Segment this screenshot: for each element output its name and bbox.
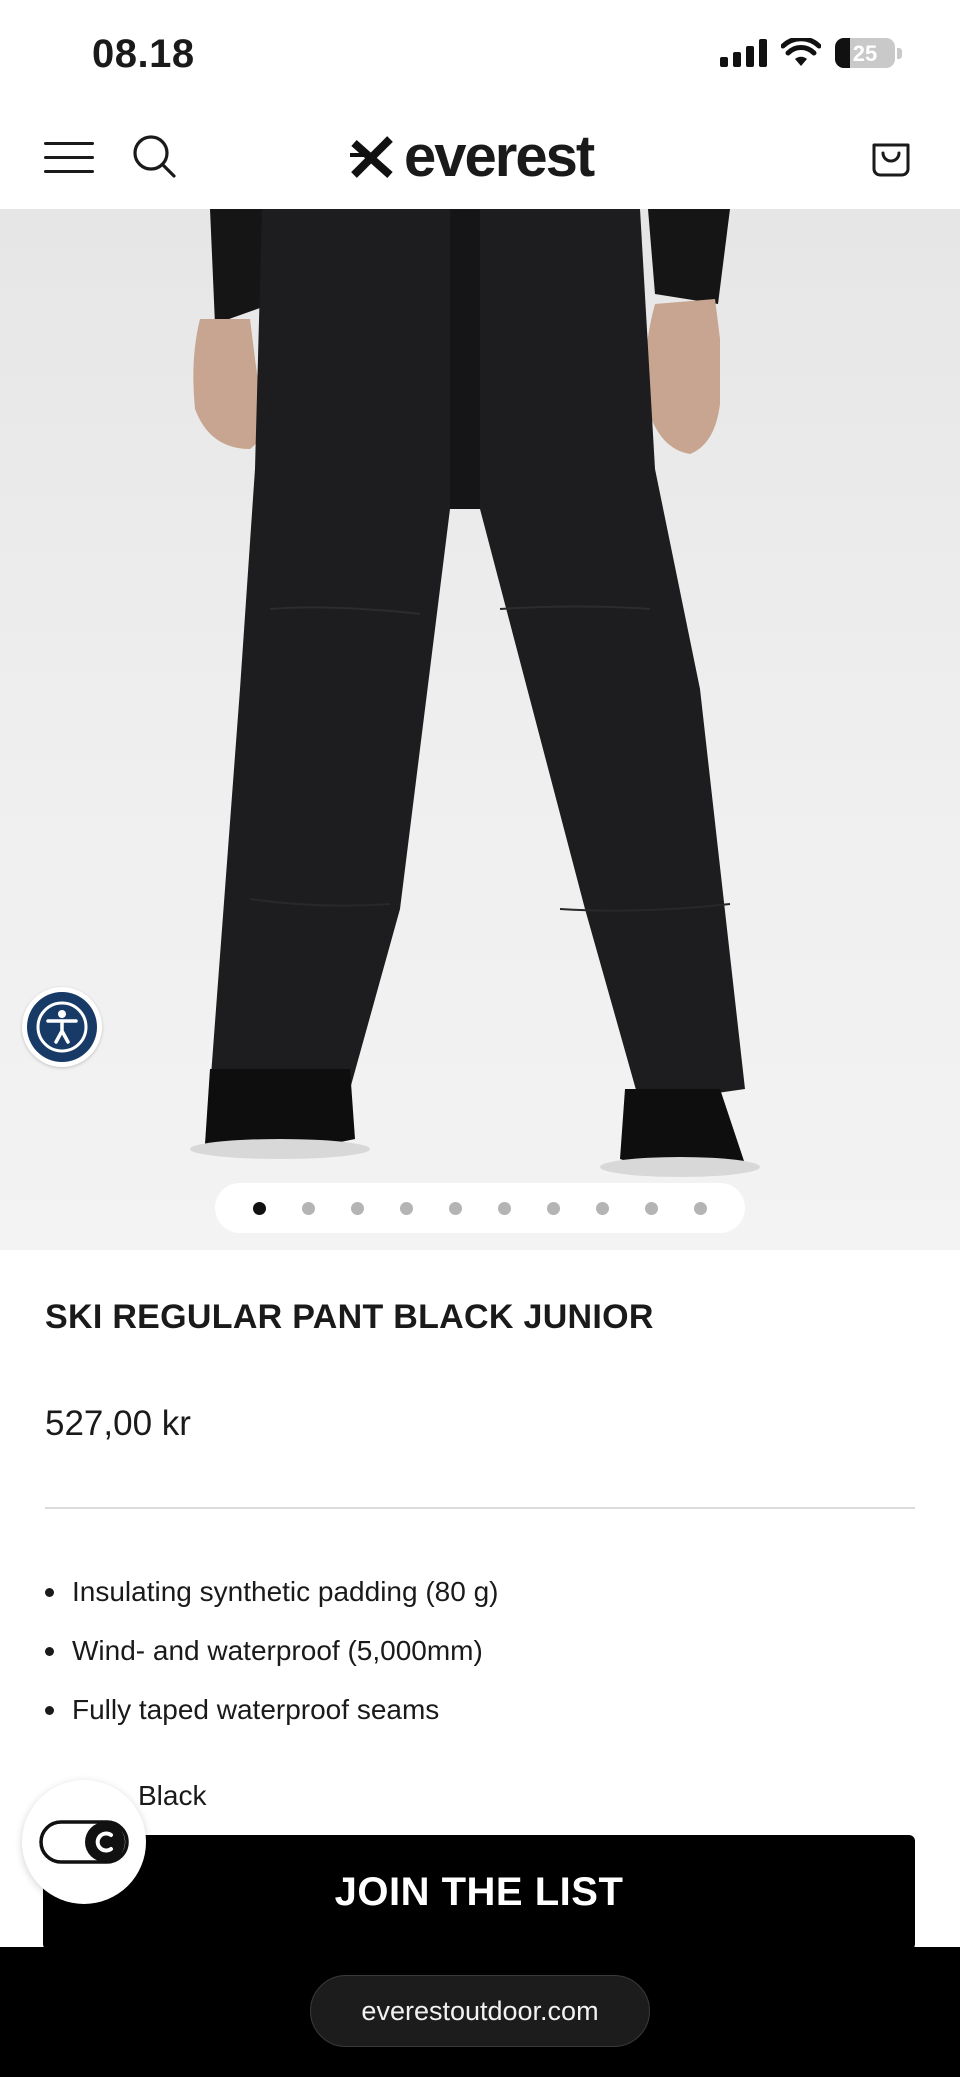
feature-item: Fully taped waterproof seams [45, 1680, 499, 1739]
cookie-consent-button[interactable] [22, 1780, 146, 1904]
gallery-dot[interactable] [645, 1201, 658, 1215]
search-icon[interactable] [130, 132, 180, 182]
gallery-pagination [215, 1183, 745, 1233]
accessibility-button[interactable] [22, 987, 102, 1067]
site-header: everest [0, 105, 960, 209]
status-time: 08.18 [92, 32, 195, 76]
product-photo [190, 209, 760, 1177]
status-icons: 25 [720, 38, 902, 68]
cart-icon[interactable] [868, 133, 914, 179]
gallery-dot[interactable] [596, 1201, 609, 1215]
battery-level: 25 [852, 41, 878, 66]
status-bar: 08.18 25 [0, 0, 960, 105]
wifi-icon [781, 38, 821, 66]
product-price: 527,00 kr [45, 1404, 191, 1443]
brand-logo[interactable]: everest [350, 124, 595, 189]
product-title: SKI REGULAR PANT BLACK JUNIOR [45, 1298, 654, 1336]
feature-item: Insulating synthetic padding (80 g) [45, 1562, 499, 1621]
gallery-dot[interactable] [400, 1201, 413, 1215]
gallery-dot[interactable] [302, 1201, 315, 1215]
feature-item: Wind- and waterproof (5,000mm) [45, 1621, 499, 1680]
url-bar[interactable]: everestoutdoor.com [310, 1975, 650, 2047]
gallery-dot[interactable] [547, 1201, 560, 1215]
logo-x-icon [350, 136, 393, 178]
menu-icon[interactable] [44, 139, 94, 175]
gallery-dot[interactable] [253, 1201, 266, 1215]
gallery-dot[interactable] [498, 1201, 511, 1215]
signal-icon [720, 39, 767, 67]
feature-list: Insulating synthetic padding (80 g) Wind… [45, 1562, 499, 1739]
accessibility-icon [36, 1001, 88, 1053]
divider [45, 1507, 915, 1509]
color-value: Black [138, 1780, 207, 1811]
battery-icon: 25 [835, 38, 895, 68]
product-image[interactable] [0, 209, 960, 1250]
gallery-dot[interactable] [694, 1201, 707, 1215]
cookie-consent-icon [39, 1820, 129, 1864]
logo-text: everest [404, 124, 595, 189]
gallery-dot[interactable] [449, 1201, 462, 1215]
gallery-dot[interactable] [351, 1201, 364, 1215]
browser-bottom-bar: everestoutdoor.com [0, 1947, 960, 2077]
join-the-list-button[interactable]: JOIN THE LIST [43, 1835, 915, 1950]
